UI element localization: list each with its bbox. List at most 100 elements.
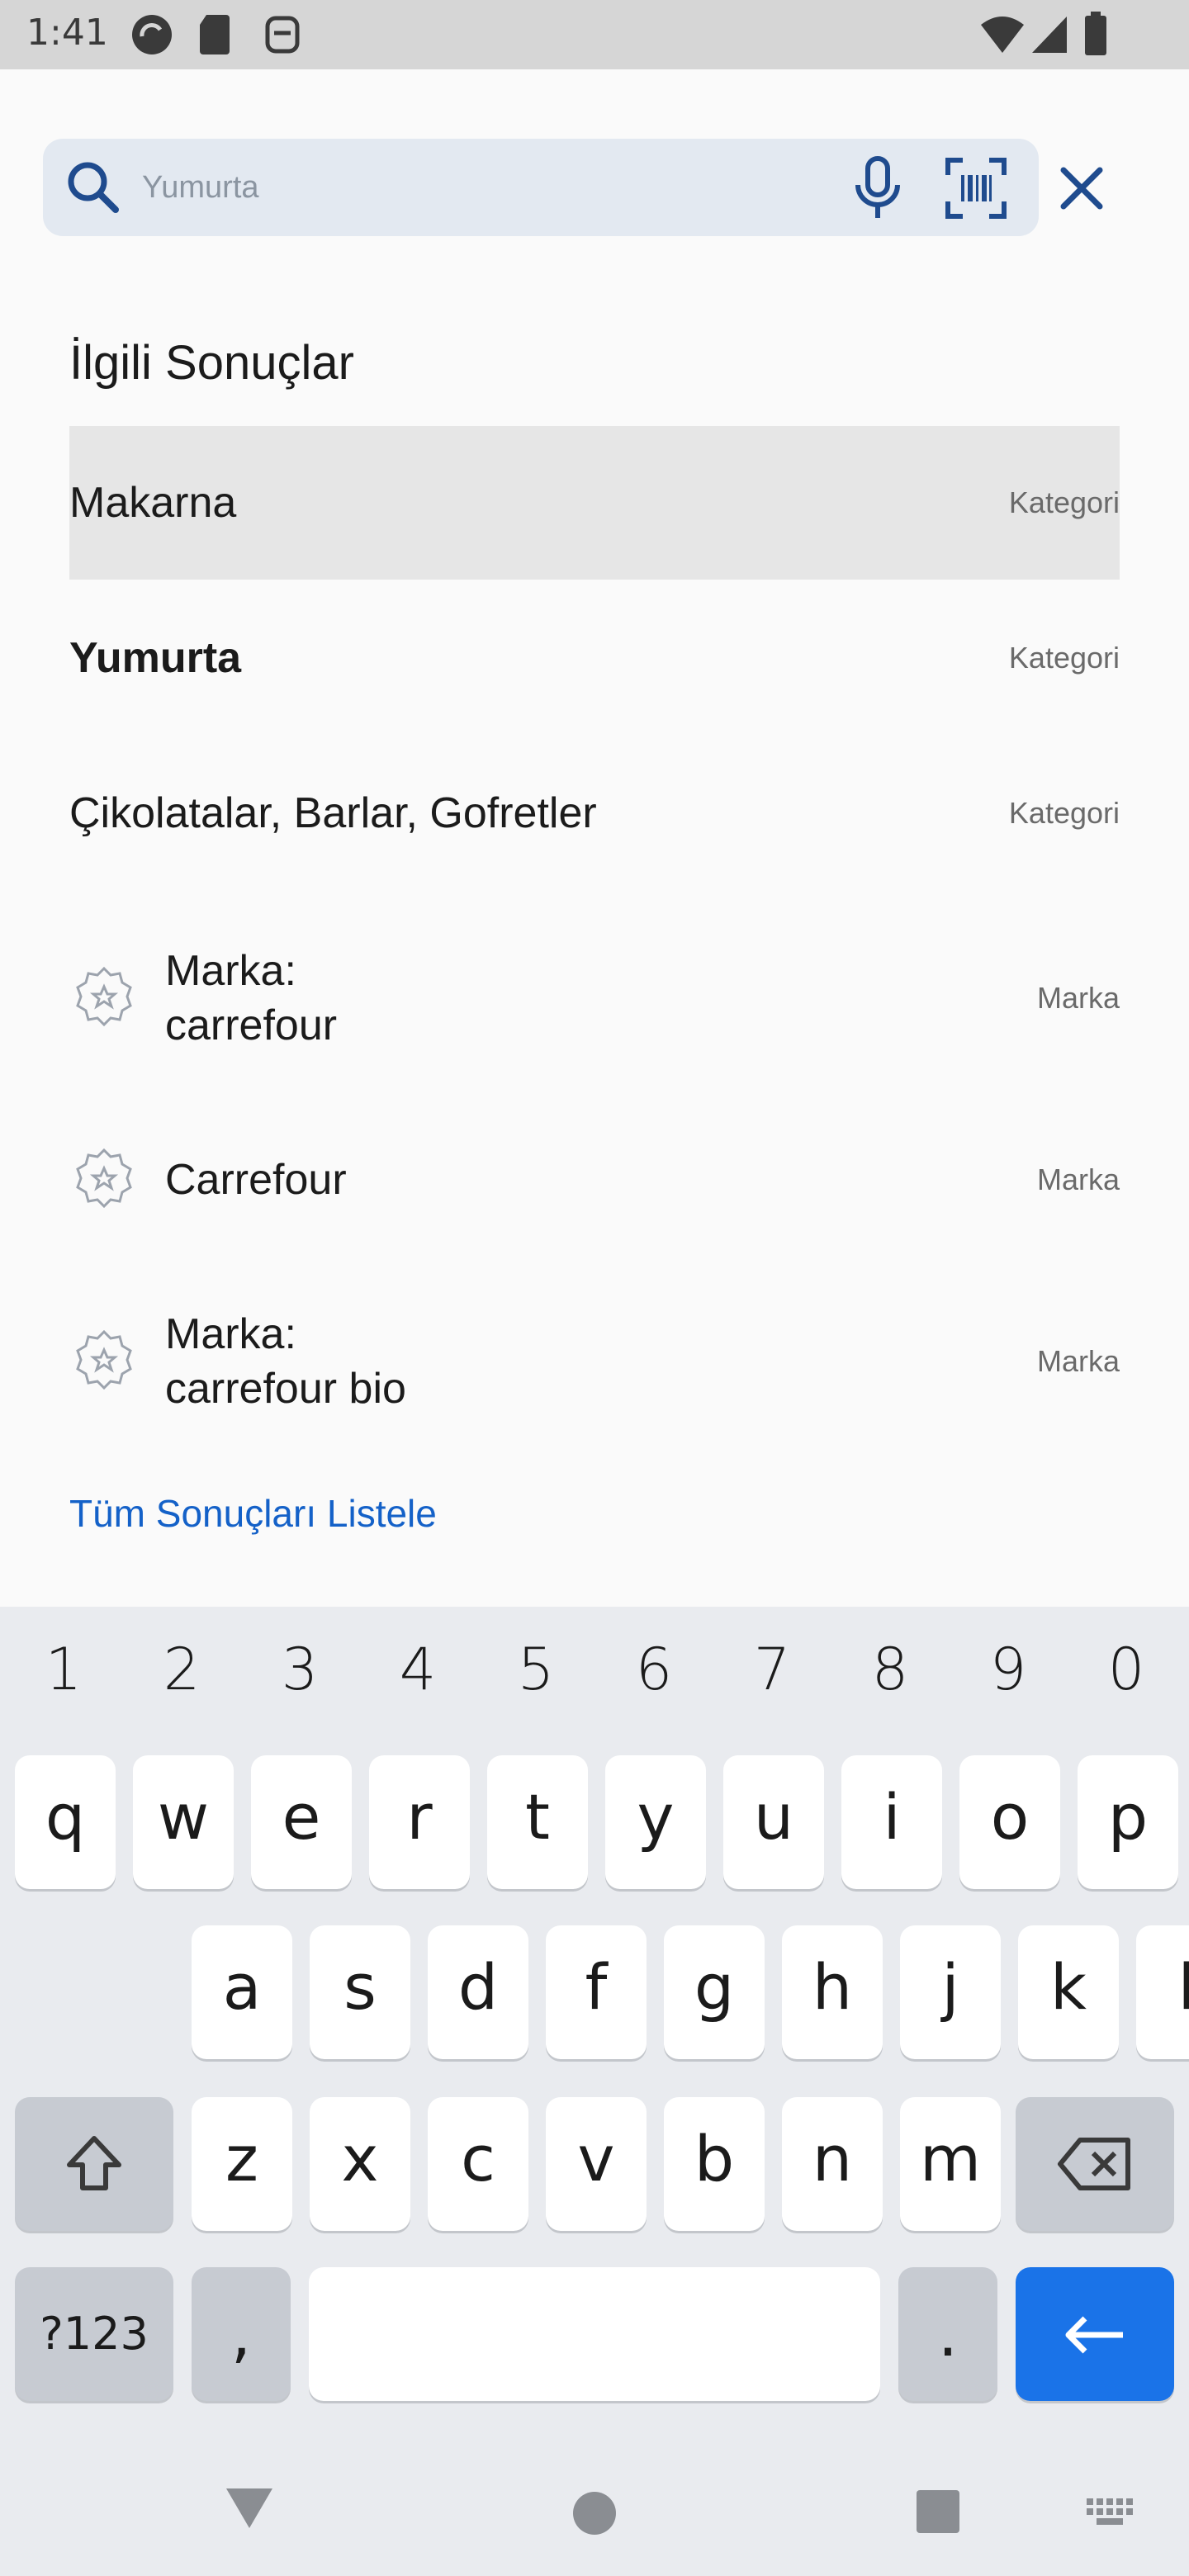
letter-key-label: g <box>694 1950 735 2024</box>
search-input[interactable] <box>142 160 852 215</box>
letter-key-z[interactable]: z <box>192 2097 292 2231</box>
letter-key-u[interactable]: u <box>723 1755 824 1889</box>
space-key[interactable] <box>309 2267 880 2401</box>
number-key-2[interactable]: 2 <box>123 1628 240 1711</box>
letter-key-label: w <box>157 1780 210 1854</box>
result-row-makarna[interactable]: Makarna Kategori <box>69 426 1120 580</box>
number-key-6[interactable]: 6 <box>595 1628 713 1711</box>
number-key-7[interactable]: 7 <box>713 1628 831 1711</box>
result-label-line1: Marka: <box>165 947 296 995</box>
letter-key-v[interactable]: v <box>546 2097 647 2231</box>
letter-key-q[interactable]: q <box>15 1755 116 1889</box>
letter-key-label: p <box>1107 1780 1149 1854</box>
letter-key-d[interactable]: d <box>428 1925 528 2059</box>
search-icon <box>68 162 119 213</box>
letter-key-t[interactable]: t <box>487 1755 588 1889</box>
letter-key-x[interactable]: x <box>310 2097 410 2231</box>
battery-icon <box>1085 12 1106 55</box>
letter-key-i[interactable]: i <box>841 1755 942 1889</box>
result-type: Kategori <box>1008 485 1120 519</box>
result-row-brand-carrefour-bio[interactable]: Marka: carrefour bio Marka <box>69 1285 1120 1438</box>
result-row-carrefour[interactable]: Carrefour Marka <box>69 1103 1120 1257</box>
number-key-0[interactable]: 0 <box>1068 1628 1185 1711</box>
back-triangle-icon[interactable] <box>223 2485 276 2531</box>
sd-card-icon <box>200 15 230 54</box>
letter-key-label: n <box>812 2122 853 2195</box>
letter-key-label: h <box>812 1950 853 2024</box>
brand-badge-icon <box>76 966 132 1027</box>
signal-icon <box>1032 17 1067 53</box>
result-type: Marka <box>1036 1344 1120 1378</box>
symbols-key-label: ?123 <box>40 2308 149 2360</box>
letter-key-b[interactable]: b <box>664 2097 765 2231</box>
letter-key-label: a <box>222 1950 262 2024</box>
letter-key-r[interactable]: r <box>369 1755 470 1889</box>
symbols-key[interactable]: ?123 <box>15 2267 173 2401</box>
search-box[interactable] <box>43 139 1039 236</box>
result-label-line2: carrefour bio <box>165 1365 406 1413</box>
result-type: Kategori <box>1008 641 1120 675</box>
letter-key-label: i <box>883 1780 901 1854</box>
enter-key[interactable] <box>1016 2267 1174 2401</box>
result-type: Marka <box>1036 981 1120 1015</box>
keyboard-switch-icon[interactable] <box>1085 2497 1135 2526</box>
letter-key-label: t <box>525 1780 550 1854</box>
letter-key-label: v <box>577 2122 615 2195</box>
comma-key[interactable]: , <box>192 2267 291 2401</box>
letter-key-g[interactable]: g <box>664 1925 765 2059</box>
result-row-brand-carrefour[interactable]: Marka: carrefour Marka <box>69 921 1120 1075</box>
letter-key-y[interactable]: y <box>605 1755 706 1889</box>
sync-icon <box>132 15 172 54</box>
number-key-3[interactable]: 3 <box>241 1628 358 1711</box>
letter-key-o[interactable]: o <box>959 1755 1060 1889</box>
microphone-icon[interactable] <box>849 155 907 221</box>
number-key-9[interactable]: 9 <box>950 1628 1067 1711</box>
recents-square-icon[interactable] <box>915 2488 961 2535</box>
wifi-icon <box>981 17 1024 53</box>
result-row-cikolatalar[interactable]: Çikolatalar, Barlar, Gofretler Kategori <box>69 736 1120 890</box>
result-label: Carrefour <box>165 1156 347 1204</box>
letter-key-l[interactable]: l <box>1136 1925 1189 2059</box>
letter-key-k[interactable]: k <box>1018 1925 1119 2059</box>
letter-key-label: o <box>990 1780 1030 1854</box>
section-title: İlgili Sonuçlar <box>69 336 354 390</box>
letter-key-label: d <box>457 1950 499 2024</box>
home-circle-icon[interactable] <box>571 2490 618 2536</box>
letter-key-h[interactable]: h <box>782 1925 883 2059</box>
result-type: Kategori <box>1008 796 1120 830</box>
shift-icon <box>67 2136 121 2190</box>
letter-key-e[interactable]: e <box>251 1755 352 1889</box>
letter-key-n[interactable]: n <box>782 2097 883 2231</box>
backspace-key[interactable] <box>1016 2097 1174 2231</box>
letter-key-m[interactable]: m <box>900 2097 1001 2231</box>
list-all-results-link[interactable]: Tüm Sonuçları Listele <box>69 1491 437 1536</box>
result-row-yumurta[interactable]: Yumurta Kategori <box>69 581 1120 735</box>
letter-key-c[interactable]: c <box>428 2097 528 2231</box>
result-label: Marka: carrefour bio <box>165 1307 406 1416</box>
shift-key[interactable] <box>15 2097 173 2231</box>
brand-badge-icon <box>76 1148 132 1209</box>
result-label: Çikolatalar, Barlar, Gofretler <box>69 789 597 837</box>
letter-key-label: u <box>753 1780 794 1854</box>
number-key-1[interactable]: 1 <box>5 1628 122 1711</box>
letter-key-label: k <box>1049 1950 1087 2024</box>
result-label: Yumurta <box>69 634 242 682</box>
letter-key-a[interactable]: a <box>192 1925 292 2059</box>
barcode-scan-icon[interactable] <box>945 157 1007 220</box>
period-key[interactable]: . <box>898 2267 997 2401</box>
number-key-4[interactable]: 4 <box>359 1628 476 1711</box>
close-icon[interactable] <box>1052 159 1111 218</box>
letter-key-f[interactable]: f <box>546 1925 647 2059</box>
letter-key-label: s <box>343 1950 377 2024</box>
letter-key-w[interactable]: w <box>133 1755 234 1889</box>
number-key-8[interactable]: 8 <box>831 1628 949 1711</box>
number-key-5[interactable]: 5 <box>477 1628 594 1711</box>
letter-key-s[interactable]: s <box>310 1925 410 2059</box>
letter-key-p[interactable]: p <box>1078 1755 1178 1889</box>
face-icon <box>265 16 300 54</box>
letter-key-label: j <box>941 1950 959 2024</box>
status-bar: 1:41 <box>0 0 1189 69</box>
letter-key-label: y <box>637 1780 675 1854</box>
result-label: Marka: carrefour <box>165 944 337 1053</box>
letter-key-j[interactable]: j <box>900 1925 1001 2059</box>
